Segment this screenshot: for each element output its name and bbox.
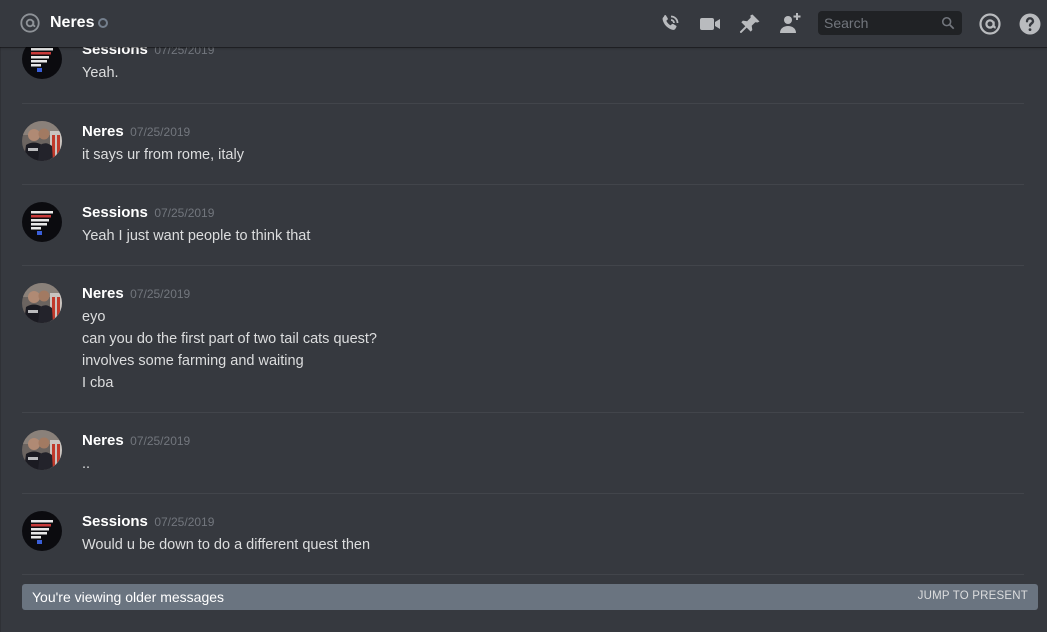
message-divider xyxy=(22,184,1024,185)
older-messages-bar[interactable]: You're viewing older messages JUMP TO PR… xyxy=(22,584,1038,610)
message-text: eyo xyxy=(82,309,106,325)
message-header: Sessions 07/25/2019 xyxy=(82,513,214,531)
message-text: Yeah. xyxy=(82,65,119,81)
status-offline-icon xyxy=(98,18,108,28)
username[interactable]: Sessions xyxy=(82,513,148,530)
add-member-icon[interactable] xyxy=(778,12,802,36)
username[interactable]: Neres xyxy=(82,285,124,302)
message-divider xyxy=(22,103,1024,104)
message-text: Would u be down to do a different quest … xyxy=(82,537,371,553)
message-header: Sessions 07/25/2019 xyxy=(82,47,214,59)
help-icon[interactable] xyxy=(1018,12,1042,36)
avatar-neres[interactable] xyxy=(22,283,62,323)
at-icon xyxy=(20,13,40,33)
username[interactable]: Sessions xyxy=(82,47,148,58)
message-text: .. xyxy=(82,456,91,472)
left-border xyxy=(0,47,1,632)
username[interactable]: Neres xyxy=(82,123,124,140)
message-header: Neres 07/25/2019 xyxy=(82,123,190,141)
message-text: can you do the first part of two tail ca… xyxy=(82,331,377,347)
video-icon[interactable] xyxy=(698,12,722,36)
timestamp: 07/25/2019 xyxy=(130,287,191,301)
message-divider xyxy=(22,265,1024,266)
message-divider xyxy=(22,574,1024,575)
avatar-neres[interactable] xyxy=(22,430,62,470)
message-header: Neres 07/25/2019 xyxy=(82,432,190,450)
avatar-sessions[interactable] xyxy=(22,511,62,551)
timestamp: 07/25/2019 xyxy=(130,434,191,448)
avatar-sessions[interactable] xyxy=(22,202,62,242)
timestamp: 07/25/2019 xyxy=(154,515,215,529)
older-messages-label: You're viewing older messages xyxy=(32,589,225,605)
username[interactable]: Sessions xyxy=(82,204,148,221)
message-text: Yeah I just want people to think that xyxy=(82,228,311,244)
message-header: Sessions 07/25/2019 xyxy=(82,204,214,222)
app-window: Neres Search Sessions 07/25/2019 Yeah. N… xyxy=(0,0,1047,632)
message-text: involves some farming and waiting xyxy=(82,353,304,369)
message-header: Neres 07/25/2019 xyxy=(82,285,190,303)
message-text: I cba xyxy=(82,375,114,391)
call-icon[interactable] xyxy=(658,12,682,36)
pin-icon[interactable] xyxy=(738,12,762,36)
avatar-neres[interactable] xyxy=(22,121,62,161)
timestamp: 07/25/2019 xyxy=(154,47,215,57)
message-text: it says ur from rome, italy xyxy=(82,147,244,163)
channel-title: Neres xyxy=(50,14,95,31)
mention-icon[interactable] xyxy=(978,12,1002,36)
search-box[interactable] xyxy=(818,11,962,35)
timestamp: 07/25/2019 xyxy=(154,206,215,220)
jump-to-present-button[interactable]: JUMP TO PRESENT xyxy=(918,590,1028,602)
timestamp: 07/25/2019 xyxy=(130,125,191,139)
avatar-sessions[interactable] xyxy=(22,47,62,79)
message-list[interactable]: Sessions 07/25/2019 Yeah. Neres 07/25/20… xyxy=(0,47,1047,632)
message-divider xyxy=(22,493,1024,494)
message-divider xyxy=(22,412,1024,413)
search-icon xyxy=(941,16,955,30)
username[interactable]: Neres xyxy=(82,432,124,449)
channel-header: Neres xyxy=(0,0,1047,47)
search-input[interactable] xyxy=(818,11,934,35)
